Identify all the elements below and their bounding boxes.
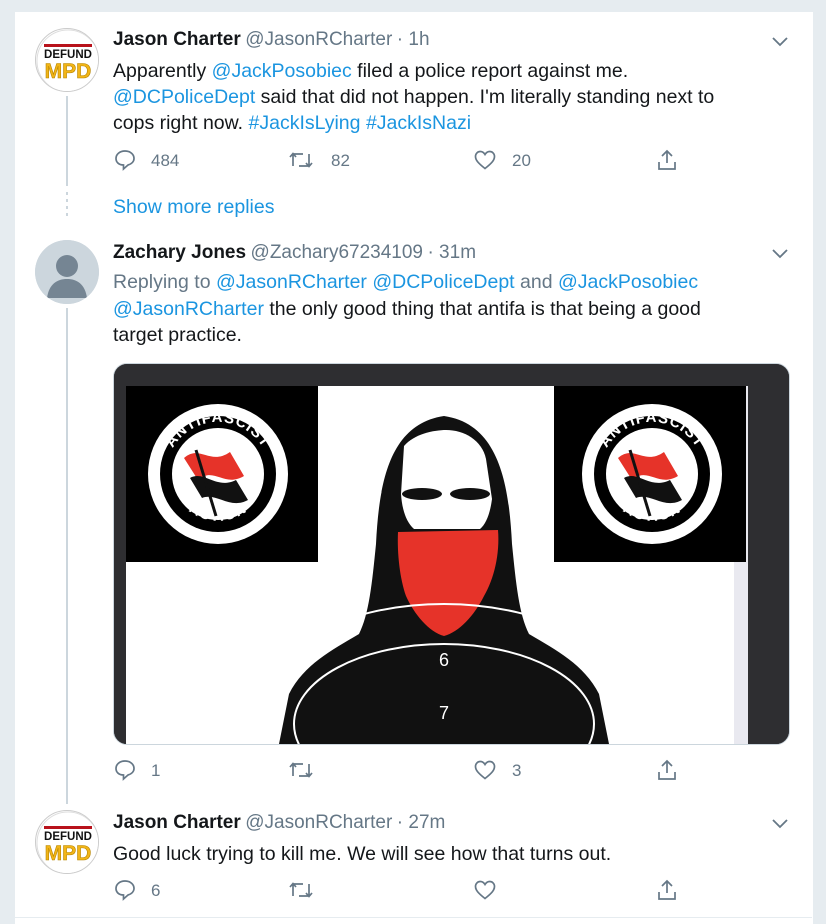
thread-line: [66, 308, 68, 804]
reply-icon[interactable]: [113, 878, 137, 902]
like-count: 3: [512, 761, 522, 780]
mention-link[interactable]: @JackPosobiec: [558, 271, 698, 293]
replying-to: Replying to @JasonRCharter @DCPoliceDept…: [113, 271, 699, 293]
thread-gap-dots: [66, 192, 68, 218]
retweet-icon[interactable]: [288, 758, 314, 782]
chevron-down-icon[interactable]: [768, 812, 792, 836]
hashtag-link[interactable]: #JackIsLying: [249, 112, 361, 134]
target-ring-label: 6: [439, 650, 449, 670]
tweet-time[interactable]: · 1h: [397, 29, 430, 50]
retweet-icon[interactable]: [288, 148, 314, 172]
antifa-flag-badge-icon: ANTIFASCIST ACTION: [582, 404, 722, 544]
author-name[interactable]: Jason Charter: [113, 812, 241, 833]
tweet-text: Apparently @JackPosobiec filed a police …: [113, 60, 715, 134]
target-ring-label: 7: [439, 703, 449, 723]
divider: [14, 917, 812, 918]
show-more-replies-link[interactable]: Show more replies: [113, 196, 274, 219]
avatar[interactable]: [35, 240, 99, 304]
tweet-image[interactable]: 6 7 ANTIFASCIST ACTION ANTIFASCIST ACTIO…: [113, 363, 790, 745]
hashtag-link[interactable]: #JackIsNazi: [366, 112, 471, 134]
tweet-text: Good luck trying to kill me. We will see…: [113, 843, 612, 865]
mention-link[interactable]: @JackPosobiec: [212, 60, 352, 82]
author-handle[interactable]: @Zachary67234109: [251, 242, 423, 263]
mention-link[interactable]: @DCPoliceDept: [113, 86, 255, 108]
reply-count: 6: [151, 881, 161, 900]
author-handle[interactable]: @JasonRCharter: [245, 812, 392, 833]
defund-mpd-logo-icon: DEFUND MPD: [36, 811, 98, 873]
author-handle[interactable]: @JasonRCharter: [245, 29, 392, 50]
like-icon[interactable]: [473, 878, 497, 902]
author-name[interactable]: Jason Charter: [113, 29, 241, 50]
default-avatar-icon: [35, 240, 99, 304]
avatar[interactable]: DEFUND MPD: [35, 810, 99, 874]
mention-link[interactable]: @JasonRCharter: [216, 271, 367, 293]
thread-line: [66, 96, 68, 186]
chevron-down-icon[interactable]: [768, 30, 792, 54]
antifa-flag-badge-icon: ANTIFASCIST ACTION: [148, 404, 288, 544]
reply-count: 1: [151, 761, 161, 780]
mention-link[interactable]: @DCPoliceDept: [372, 271, 514, 293]
mention-link[interactable]: @JasonRCharter: [113, 298, 264, 320]
avatar-logo-bottom: MPD: [45, 842, 92, 865]
author-name[interactable]: Zachary Jones: [113, 242, 246, 263]
avatar-logo-bottom: MPD: [45, 60, 92, 83]
like-count: 20: [512, 151, 531, 170]
tweet-time[interactable]: · 27m: [397, 812, 446, 833]
chevron-down-icon[interactable]: [768, 242, 792, 266]
reply-icon[interactable]: [113, 758, 137, 782]
share-icon[interactable]: [655, 878, 679, 902]
share-icon[interactable]: [655, 758, 679, 782]
avatar[interactable]: DEFUND MPD: [35, 28, 99, 92]
like-icon[interactable]: [473, 758, 497, 782]
like-icon[interactable]: [473, 148, 497, 172]
defund-mpd-logo-icon: DEFUND MPD: [36, 29, 98, 91]
retweet-count: 82: [331, 151, 350, 170]
reply-icon[interactable]: [113, 148, 137, 172]
share-icon[interactable]: [655, 148, 679, 172]
retweet-icon[interactable]: [288, 878, 314, 902]
tweet-text: @JasonRCharter the only good thing that …: [113, 298, 701, 346]
tweet-time[interactable]: · 31m: [427, 242, 476, 263]
reply-count: 484: [151, 151, 180, 170]
